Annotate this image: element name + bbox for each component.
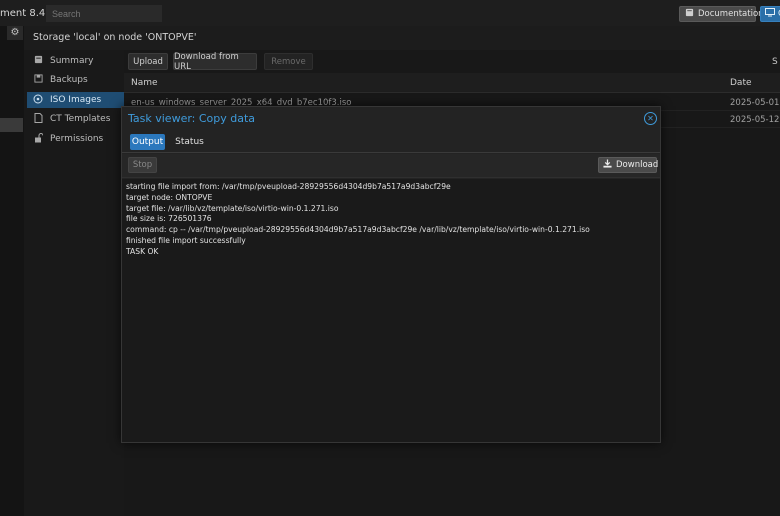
nav-item-iso-images[interactable]: ISO Images (27, 92, 124, 108)
top-bar: ment 8.4.1 Documentation C (0, 0, 780, 26)
tab-bar: Output Status (122, 131, 660, 153)
nav-item-label: CT Templates (50, 114, 111, 124)
log-line: file size is: 726501376 (126, 214, 212, 224)
log-line: TASK OK (126, 246, 159, 256)
log-line: command: cp -- /var/tmp/pveupload-289295… (126, 225, 590, 235)
page-title: Storage 'local' on node 'ONTOPVE' (33, 32, 197, 43)
search-label: S (772, 57, 778, 67)
storage-nav: Summary Backups ISO Images CT Templates … (24, 50, 124, 516)
storage-panel-header: Storage 'local' on node 'ONTOPVE' (24, 26, 780, 50)
documentation-label: Documentation (698, 9, 764, 19)
disc-icon (33, 94, 43, 107)
book-icon (685, 8, 694, 20)
column-header-name[interactable]: Name (131, 78, 158, 88)
grid-header: Name Date (124, 73, 780, 93)
download-button[interactable]: Download (598, 157, 659, 173)
dialog-toolbar: Stop Download (122, 154, 660, 178)
nav-item-ct-templates[interactable]: CT Templates (27, 111, 124, 127)
upload-button[interactable]: Upload (128, 53, 168, 70)
file-icon (33, 112, 43, 126)
floppy-icon (33, 74, 43, 86)
unlock-icon (33, 132, 43, 146)
close-icon[interactable]: ✕ (644, 112, 657, 125)
task-log-output: starting file import from: /var/tmp/pveu… (122, 179, 660, 442)
documentation-button[interactable]: Documentation (679, 6, 764, 22)
nav-item-label: Permissions (50, 134, 104, 144)
task-viewer-dialog: Task viewer: Copy data ✕ Output Status S… (121, 106, 661, 443)
log-line: target node: ONTOPVE (126, 192, 213, 202)
tab-output[interactable]: Output (130, 134, 165, 150)
download-from-url-button[interactable]: Download from URL (173, 52, 257, 72)
download-icon (603, 159, 612, 171)
column-header-date[interactable]: Date (730, 78, 752, 88)
log-line: starting file import from: /var/tmp/pveu… (126, 182, 451, 191)
nav-item-permissions[interactable]: Permissions (27, 131, 124, 147)
nav-item-backups[interactable]: Backups (27, 72, 124, 88)
dialog-title: Task viewer: Copy data (128, 112, 256, 125)
nav-item-label: Summary (50, 56, 94, 66)
tree-selected-node[interactable] (0, 118, 23, 132)
download-label: Download (616, 160, 659, 170)
gear-icon[interactable]: ⚙ (7, 26, 23, 40)
nav-item-summary[interactable]: Summary (27, 53, 124, 69)
cell-date: 2025-05-01 1 (730, 98, 780, 108)
tab-status[interactable]: Status (172, 134, 207, 150)
search-input[interactable] (46, 5, 162, 22)
log-line: finished file import successfully (126, 235, 246, 245)
cell-date: 2025-05-12 2 (730, 115, 780, 125)
nav-item-label: ISO Images (50, 95, 102, 105)
log-line: target file: /var/lib/vz/template/iso/vi… (126, 203, 339, 213)
book-icon (33, 55, 43, 67)
remove-button[interactable]: Remove (264, 53, 313, 70)
nav-item-label: Backups (50, 75, 88, 85)
stop-button[interactable]: Stop (128, 157, 157, 173)
create-vm-button[interactable]: C (760, 6, 780, 22)
monitor-icon (765, 8, 775, 20)
